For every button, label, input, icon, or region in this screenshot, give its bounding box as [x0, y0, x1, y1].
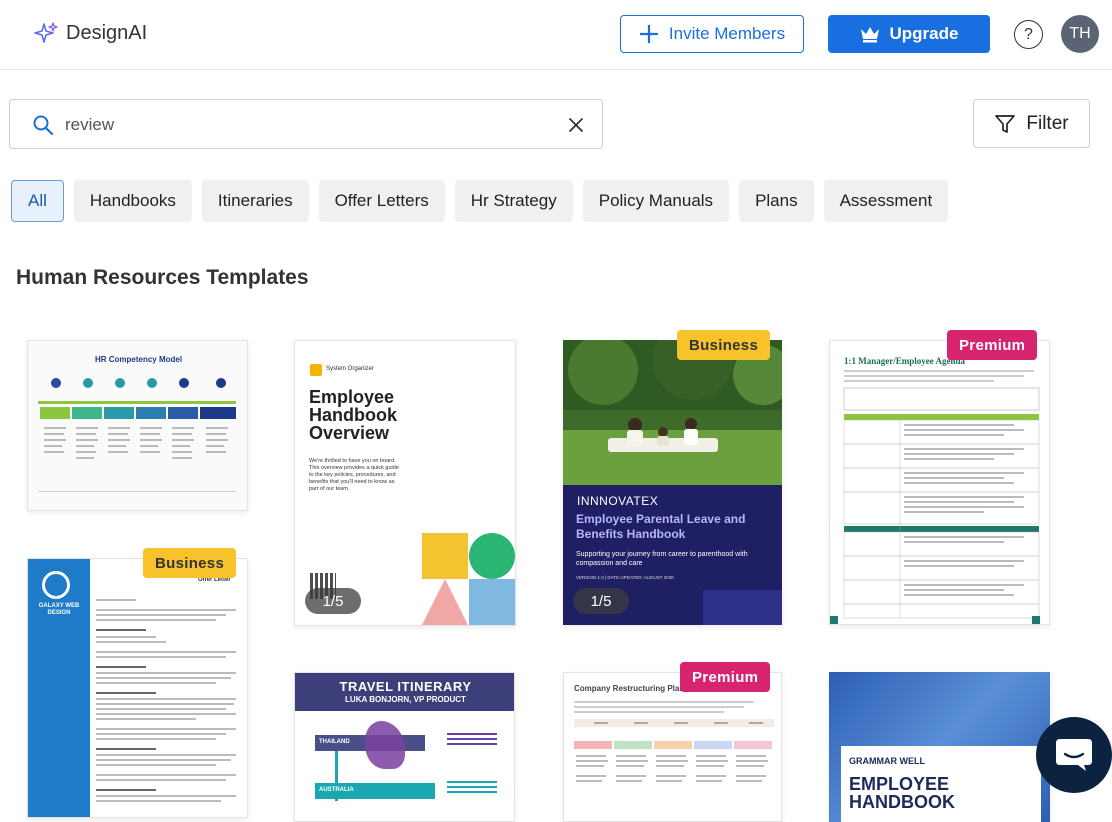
filter-label: Filter	[1026, 112, 1069, 134]
stop-australia: AUSTRALIA	[319, 787, 354, 793]
card-title: Employee Parental Leave and Benefits Han…	[576, 512, 746, 541]
chip-itineraries[interactable]: Itineraries	[201, 180, 309, 222]
search-input[interactable]	[65, 110, 545, 140]
shape-square-blue	[469, 579, 515, 625]
search-icon	[33, 115, 54, 136]
chip-policy-manuals[interactable]: Policy Manuals	[582, 180, 730, 222]
premium-badge: Premium	[947, 330, 1038, 360]
chip-all[interactable]: All	[11, 180, 64, 222]
close-icon[interactable]	[565, 114, 587, 136]
globe-icon	[42, 571, 70, 599]
company-name: GALAXY WEB DESIGN	[38, 603, 80, 616]
shape-circle-green	[469, 533, 515, 579]
company-name: INNNOVATEX	[577, 494, 659, 508]
business-badge: Business	[143, 548, 237, 578]
section-title: Human Resources Templates	[16, 266, 309, 289]
card-subtitle: Supporting your journey from career to p…	[576, 551, 748, 567]
template-card-manager-agenda[interactable]: 1:1 Manager/Employee Agenda	[829, 340, 1050, 625]
avatar[interactable]: TH	[1061, 15, 1099, 53]
org-name: System Organizer	[326, 366, 375, 372]
card-title: HR Competency Model	[94, 355, 183, 364]
card-version: VERSION 1.0 | DATE UPDATED: AUGUST 2030	[576, 575, 674, 580]
avatar-initials: TH	[1069, 25, 1091, 42]
sparkle-icon	[34, 22, 58, 43]
shape-square-yellow	[422, 533, 468, 579]
plus-icon	[639, 25, 658, 43]
chat-icon	[1056, 739, 1092, 771]
filter-button[interactable]: Filter	[973, 99, 1090, 148]
business-badge: Business	[677, 330, 771, 360]
crown-icon	[860, 27, 879, 43]
org-logo	[310, 364, 322, 376]
card-title: TRAVEL ITINERARY	[339, 679, 472, 694]
agenda-table	[830, 370, 1040, 624]
template-card-parental-leave[interactable]: INNNOVATEX Employee Parental Leave and B…	[563, 340, 782, 625]
brand-logo[interactable]: DesignAI	[34, 21, 147, 45]
brand-name: DesignAI	[66, 21, 148, 44]
chat-button[interactable]	[1036, 717, 1112, 793]
search-box	[9, 99, 603, 149]
premium-badge: Premium	[680, 662, 771, 692]
page-indicator: 1/5	[305, 588, 361, 614]
help-button[interactable]: ?	[1014, 20, 1043, 49]
template-card-hr-competency[interactable]: HR Competency Model	[27, 340, 248, 511]
operated-by-2	[447, 781, 497, 795]
chip-offer-letters[interactable]: Offer Letters	[318, 180, 445, 222]
invite-label: Invite Members	[668, 24, 786, 43]
accent-bar	[703, 590, 782, 625]
template-card-travel-itinerary[interactable]: TRAVEL ITINERARY LUKA BONJORN, VP PRODUC…	[294, 672, 515, 822]
category-chips: All Handbooks Itineraries Offer Letters …	[11, 180, 949, 222]
template-card-offer-letter[interactable]: GALAXY WEB DESIGN Offer Letter	[27, 558, 248, 818]
letter-body	[96, 599, 236, 802]
card-body: We're thrilled to have you on board. Thi…	[309, 458, 399, 492]
card-subtitle: LUKA BONJORN, VP PRODUCT	[345, 695, 466, 704]
filter-icon	[995, 114, 1016, 133]
template-card-restructuring[interactable]: Company Restructuring Plan	[563, 672, 782, 822]
upgrade-label: Upgrade	[889, 24, 959, 43]
upgrade-button[interactable]: Upgrade	[828, 15, 990, 53]
template-card-employee-handbook[interactable]: System Organizer Employee Handbook Overv…	[294, 340, 516, 626]
top-bar: DesignAI Invite Members Upgrade ? TH	[0, 0, 1112, 70]
template-card-grammar-handbook[interactable]: GRAMMAR WELL EMPLOYEE HANDBOOK	[829, 672, 1050, 822]
photo-family-park	[563, 340, 782, 485]
chip-assessment[interactable]: Assessment	[823, 180, 949, 222]
map-thailand	[365, 721, 405, 769]
chip-plans[interactable]: Plans	[739, 180, 814, 222]
operated-by-1	[447, 733, 497, 747]
card-title: Employee Handbook Overview	[309, 387, 397, 443]
help-icon: ?	[1024, 25, 1033, 43]
chip-handbooks[interactable]: Handbooks	[73, 180, 192, 222]
competency-diagram	[38, 378, 236, 492]
card-title: Company Restructuring Plan	[574, 684, 685, 693]
company-name: GRAMMAR WELL	[849, 756, 925, 766]
invite-members-button[interactable]: Invite Members	[620, 15, 804, 53]
plan-table	[574, 701, 774, 782]
chip-hr-strategy[interactable]: Hr Strategy	[454, 180, 573, 222]
card-title: EMPLOYEE HANDBOOK	[849, 774, 955, 812]
stop-thailand: THAILAND	[319, 739, 350, 745]
page-indicator: 1/5	[573, 588, 629, 614]
shape-triangle-pink	[422, 579, 468, 625]
